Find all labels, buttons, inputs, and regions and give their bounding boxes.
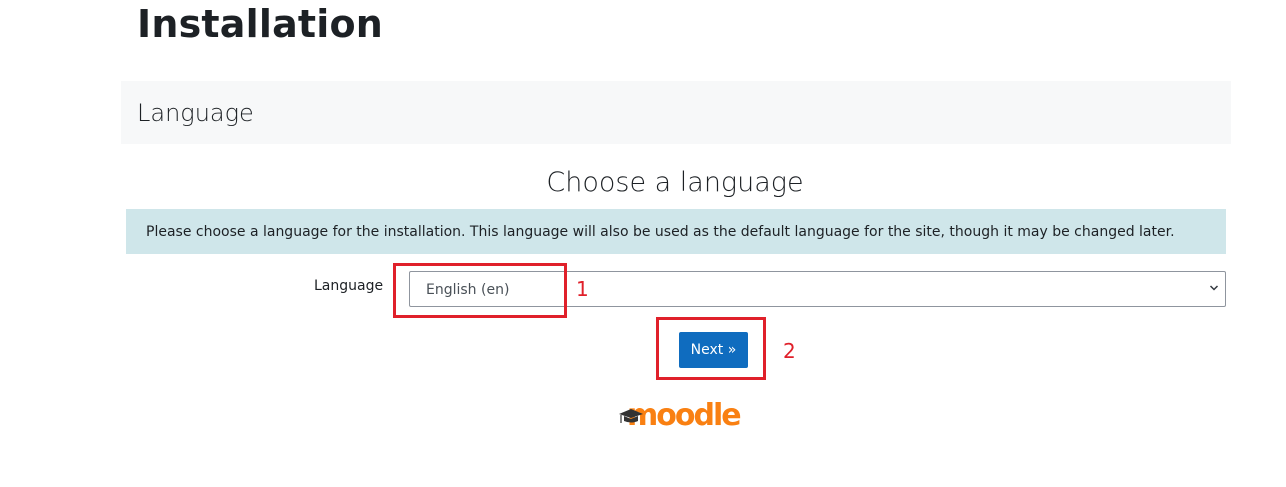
annotation-box-1 (393, 263, 567, 318)
choose-language-heading: Choose a language (546, 167, 804, 198)
chevron-down-icon (1209, 285, 1219, 291)
moodle-logo: moodle (618, 398, 742, 436)
annotation-box-2 (656, 317, 766, 380)
language-label: Language (314, 278, 384, 294)
section-header: Language (121, 81, 1231, 144)
annotation-number-2: 2 (783, 339, 796, 363)
info-alert: Please choose a language for the install… (126, 209, 1226, 254)
info-alert-text: Please choose a language for the install… (146, 224, 1175, 240)
page-title: Installation (137, 2, 384, 46)
section-title: Language (137, 99, 254, 127)
annotation-number-1: 1 (576, 277, 589, 301)
graduation-cap-icon (619, 409, 643, 423)
